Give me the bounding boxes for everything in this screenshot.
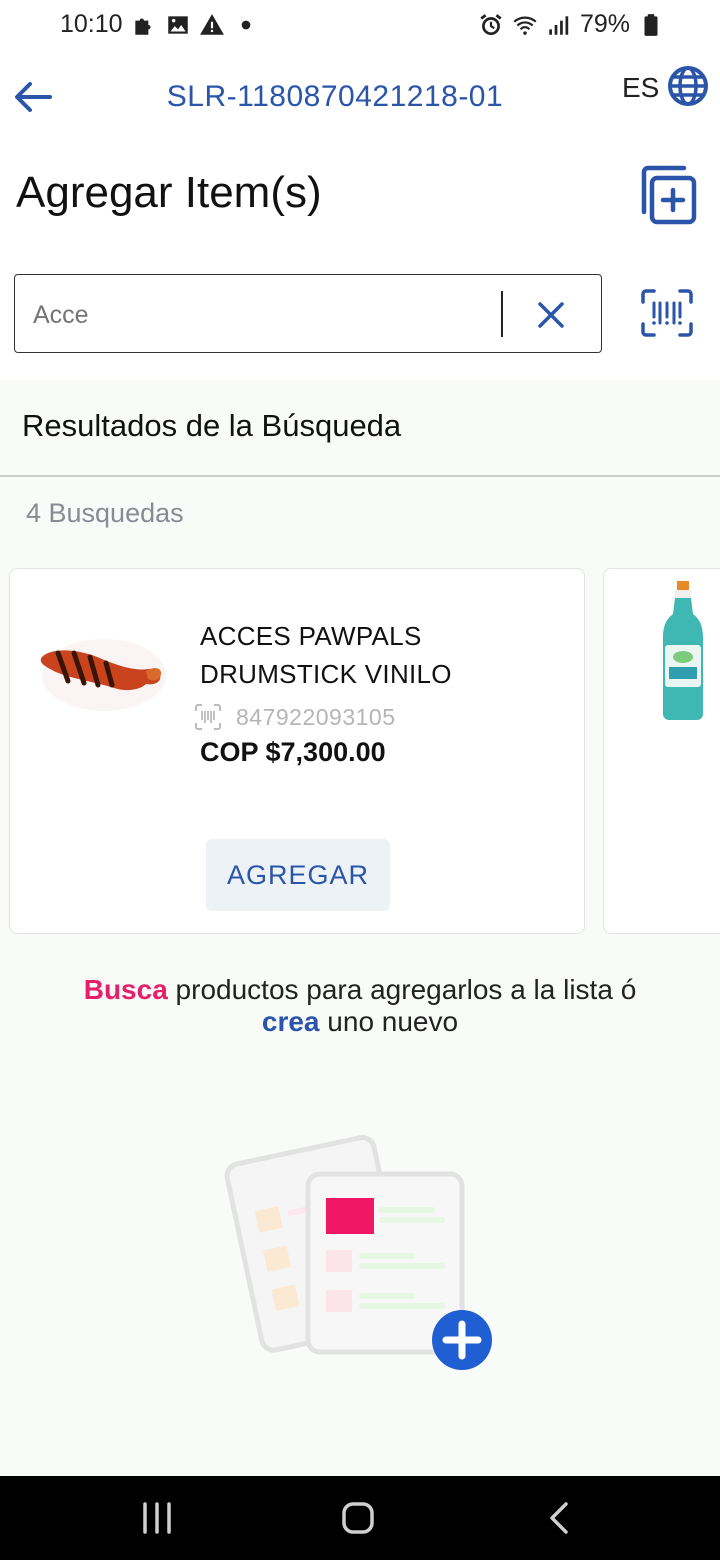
product-sku: 847922093105 (236, 703, 396, 730)
dot-icon (241, 20, 250, 29)
close-icon[interactable] (533, 297, 569, 333)
divider (0, 475, 720, 477)
back-nav-icon[interactable] (538, 1496, 582, 1540)
battery-percent: 79% (579, 10, 630, 38)
status-time: 10:10 (60, 10, 123, 38)
product-name: ACCES PAWPALS DRUMSTICK VINILO (200, 621, 452, 689)
sku-row: 847922093105 (194, 703, 396, 731)
puzzle-icon (134, 18, 151, 35)
page-title: Agregar Item(s) (16, 168, 322, 217)
order-id-title: SLR-1180870421218-01 (166, 80, 504, 113)
copy-add-icon[interactable] (632, 162, 698, 228)
empty-list-illustration (224, 1135, 492, 1370)
signal-icon (549, 15, 569, 35)
barcode-icon (195, 704, 221, 730)
results-count: 4 Busquedas (26, 498, 184, 528)
search-box[interactable] (14, 274, 602, 353)
search-input[interactable] (33, 297, 493, 333)
warning-icon (199, 13, 224, 35)
add-button[interactable]: AGREGAR (206, 839, 390, 911)
hint-create-emphasis: crea (261, 1006, 320, 1037)
product-price: COP $7,300.00 (200, 737, 386, 767)
product-image (40, 639, 166, 711)
hint-text: Busca productos para agregarlos a la lis… (60, 974, 660, 1038)
recent-apps-icon[interactable] (135, 1496, 179, 1540)
alarm-icon (480, 13, 502, 35)
text-cursor (501, 291, 503, 337)
language-label[interactable]: ES (622, 72, 659, 104)
wifi-icon (513, 16, 537, 35)
status-bar: 10:10 79% (0, 0, 720, 54)
image-icon (167, 15, 188, 34)
barcode-scan-icon[interactable] (640, 288, 694, 338)
results-title: Resultados de la Búsqueda (22, 408, 402, 443)
home-icon[interactable] (336, 1496, 380, 1540)
product-image (663, 581, 703, 720)
hint-text-part: productos para agregarlos a la lista ó (167, 974, 637, 1005)
system-nav-bar (0, 1476, 720, 1560)
battery-icon (644, 13, 658, 36)
product-card[interactable]: ACCES PAWPALS DRUMSTICK VINILO 847922093… (9, 568, 585, 934)
hint-search-emphasis: Busca (83, 974, 168, 1005)
globe-icon[interactable] (666, 64, 710, 108)
product-card[interactable] (603, 568, 720, 934)
hint-text-part: uno nuevo (319, 1006, 459, 1037)
